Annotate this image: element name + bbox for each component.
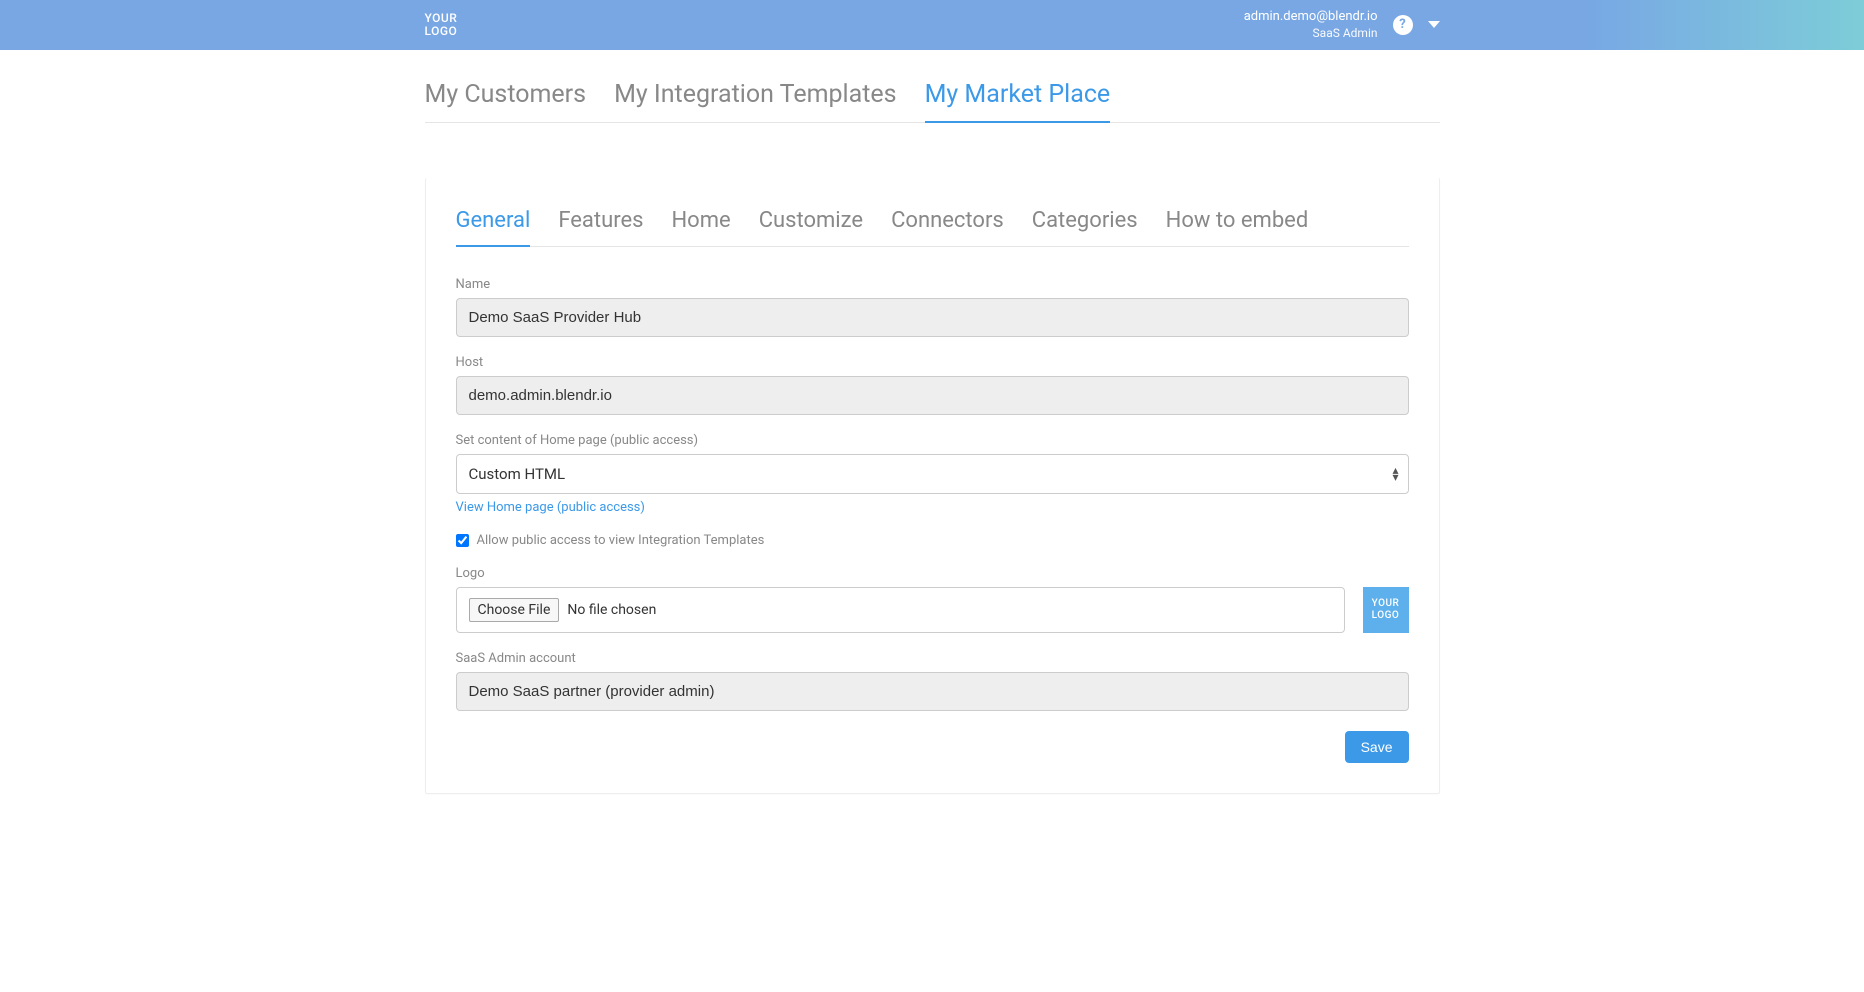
sub-tab-categories[interactable]: Categories bbox=[1032, 208, 1138, 247]
logo-text-line1: YOUR bbox=[425, 12, 458, 25]
tab-my-market-place[interactable]: My Market Place bbox=[925, 80, 1111, 123]
save-button[interactable]: Save bbox=[1345, 731, 1409, 763]
home-content-select[interactable]: Custom HTML bbox=[456, 454, 1409, 494]
name-input[interactable] bbox=[456, 298, 1409, 337]
home-content-label: Set content of Home page (public access) bbox=[456, 433, 1409, 448]
help-icon[interactable]: ? bbox=[1393, 15, 1413, 35]
tab-my-integration-templates[interactable]: My Integration Templates bbox=[614, 80, 897, 123]
user-email: admin.demo@blendr.io bbox=[1244, 9, 1378, 26]
primary-tabs: My Customers My Integration Templates My… bbox=[425, 80, 1440, 123]
saas-admin-label: SaaS Admin account bbox=[456, 651, 1409, 666]
logo-preview-line2: LOGO bbox=[1372, 610, 1400, 622]
user-role: SaaS Admin bbox=[1244, 26, 1378, 42]
logo-label: Logo bbox=[456, 566, 1409, 581]
allow-public-label: Allow public access to view Integration … bbox=[477, 533, 765, 548]
logo-preview: YOUR LOGO bbox=[1363, 587, 1409, 633]
choose-file-button[interactable]: Choose File bbox=[469, 598, 560, 622]
host-label: Host bbox=[456, 355, 1409, 370]
saas-admin-input[interactable] bbox=[456, 672, 1409, 711]
view-home-link[interactable]: View Home page (public access) bbox=[456, 500, 645, 515]
app-header: YOUR LOGO admin.demo@blendr.io SaaS Admi… bbox=[0, 0, 1864, 50]
sub-tab-features[interactable]: Features bbox=[558, 208, 643, 247]
user-block: admin.demo@blendr.io SaaS Admin bbox=[1244, 9, 1378, 41]
sub-tab-customize[interactable]: Customize bbox=[759, 208, 863, 247]
app-logo[interactable]: YOUR LOGO bbox=[425, 12, 458, 38]
logo-file-input[interactable]: Choose File No file chosen bbox=[456, 587, 1345, 633]
logo-text-line2: LOGO bbox=[425, 25, 458, 38]
user-menu-caret-icon[interactable] bbox=[1428, 21, 1440, 28]
host-input[interactable] bbox=[456, 376, 1409, 415]
sub-tab-general[interactable]: General bbox=[456, 208, 531, 247]
tab-my-customers[interactable]: My Customers bbox=[425, 80, 587, 123]
sub-tab-home[interactable]: Home bbox=[671, 208, 730, 247]
file-status-text: No file chosen bbox=[567, 602, 656, 618]
allow-public-checkbox[interactable] bbox=[456, 534, 469, 547]
sub-tab-connectors[interactable]: Connectors bbox=[891, 208, 1004, 247]
sub-tab-how-to-embed[interactable]: How to embed bbox=[1166, 208, 1309, 247]
logo-preview-line1: YOUR bbox=[1372, 598, 1400, 610]
name-label: Name bbox=[456, 277, 1409, 292]
secondary-tabs: General Features Home Customize Connecto… bbox=[456, 208, 1409, 247]
settings-panel: General Features Home Customize Connecto… bbox=[425, 178, 1440, 794]
